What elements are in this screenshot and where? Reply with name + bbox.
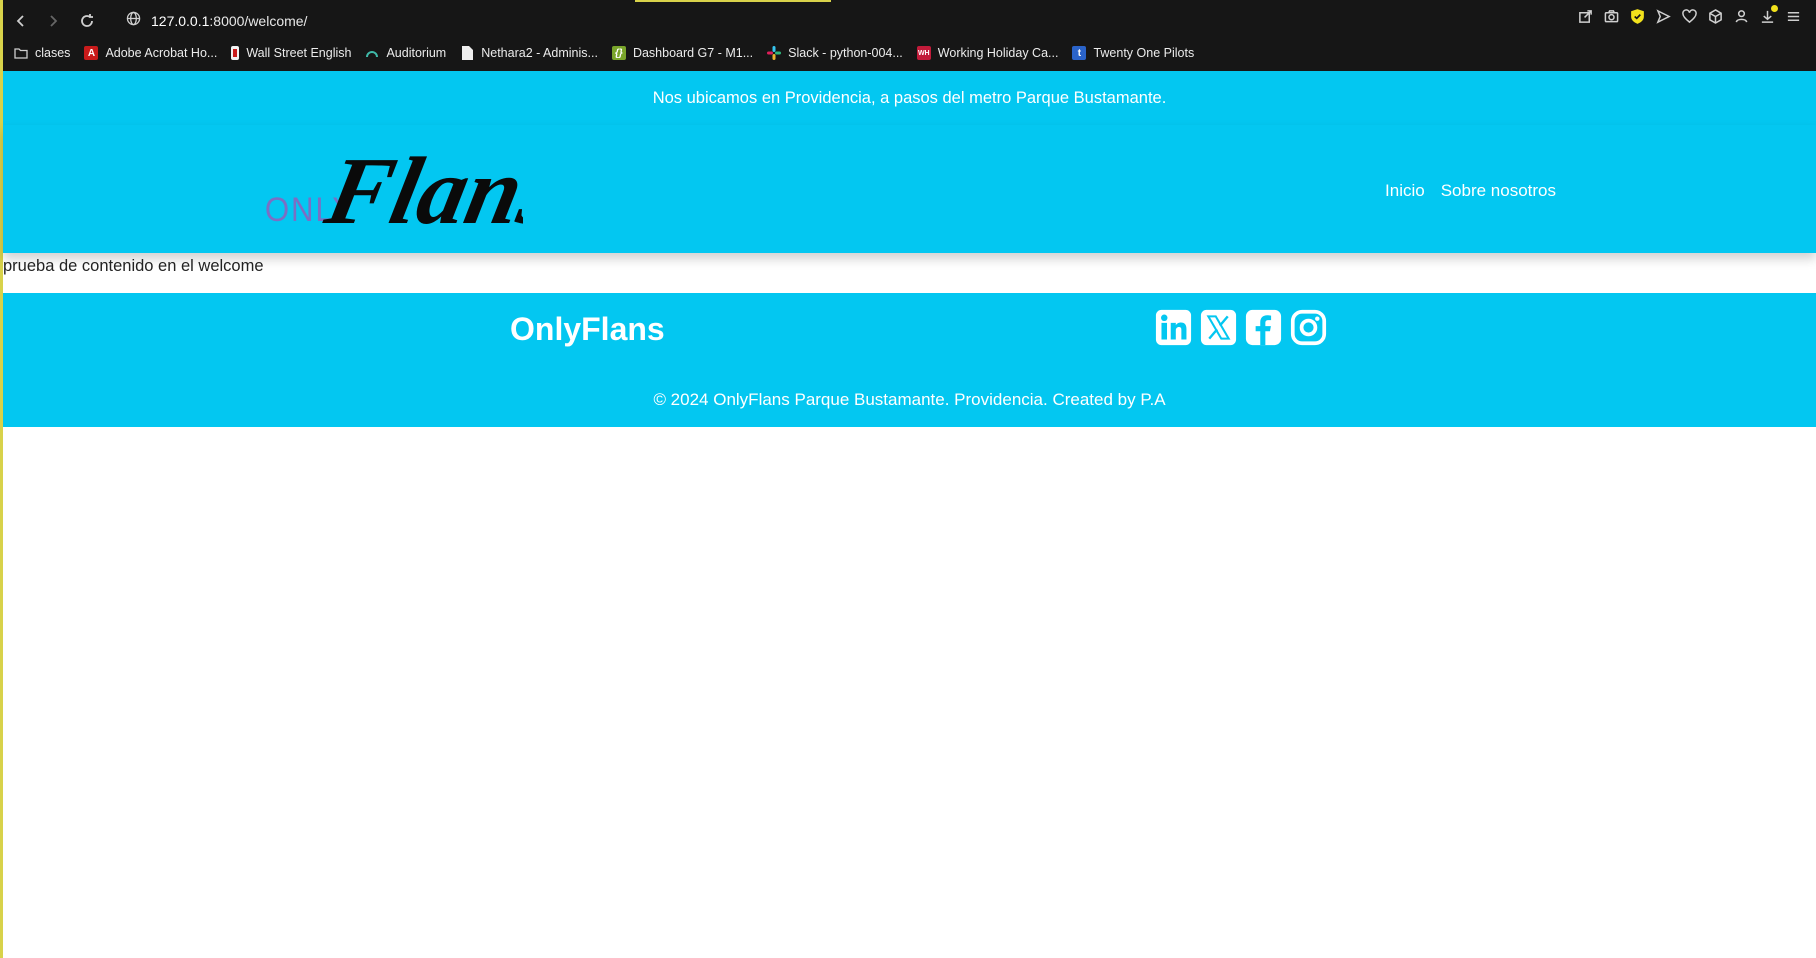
dashboard-icon: {} <box>611 46 626 60</box>
bookmark-nethara[interactable]: Nethara2 - Adminis... <box>460 46 598 60</box>
footer-brand: OnlyFlans <box>510 311 665 347</box>
globe-icon <box>126 11 141 31</box>
whv-icon: WH <box>916 46 931 60</box>
site-logo[interactable]: ONLY Flans <box>263 135 570 245</box>
welcome-content: prueba de contenido en el welcome <box>3 257 264 275</box>
browser-chrome: 127.0.0.1:8000/welcome/ clases A Adobe A… <box>0 0 1816 71</box>
forward-icon[interactable] <box>41 9 65 33</box>
download-icon[interactable] <box>1759 5 1778 25</box>
bookmark-slack[interactable]: Slack - python-004... <box>767 46 903 60</box>
web-page: Nos ubicamos en Providencia, a pasos del… <box>3 71 1816 958</box>
auditorium-icon <box>365 46 379 60</box>
bookmark-clases[interactable]: clases <box>14 46 70 60</box>
bookmark-tumblr[interactable]: t Twenty One Pilots <box>1072 46 1194 60</box>
bookmark-wse[interactable]: Wall Street English <box>231 46 351 60</box>
acrobat-icon: A <box>84 46 99 60</box>
tumblr-icon: t <box>1072 46 1087 60</box>
bookmarks-bar: clases A Adobe Acrobat Ho... Wall Street… <box>14 42 1194 64</box>
camera-icon[interactable] <box>1603 8 1620 25</box>
share-icon[interactable] <box>1577 8 1594 25</box>
social-links <box>1155 309 1327 346</box>
bookmark-dashboard[interactable]: {} Dashboard G7 - M1... <box>611 46 753 60</box>
profile-icon[interactable] <box>1733 8 1750 25</box>
bookmark-whv[interactable]: WH Working Holiday Ca... <box>916 46 1058 60</box>
toolbar-icons <box>1577 5 1802 25</box>
linkedin-icon[interactable] <box>1155 309 1192 346</box>
bookmark-auditorium[interactable]: Auditorium <box>365 46 446 60</box>
facebook-icon[interactable] <box>1245 309 1282 346</box>
copyright-text: © 2024 OnlyFlans Parque Bustamante. Prov… <box>653 390 1166 409</box>
wse-icon <box>231 46 240 60</box>
send-icon[interactable] <box>1655 8 1672 25</box>
folder-icon <box>14 46 28 60</box>
cube-icon[interactable] <box>1707 8 1724 25</box>
instagram-icon[interactable] <box>1290 309 1327 346</box>
reload-icon[interactable] <box>75 9 99 33</box>
address-bar[interactable]: 127.0.0.1:8000/welcome/ <box>126 9 307 33</box>
menu-icon[interactable] <box>1785 8 1802 25</box>
back-icon[interactable] <box>9 9 33 33</box>
nav-sobre-nosotros[interactable]: Sobre nosotros <box>1441 181 1556 201</box>
main-nav: Inicio Sobre nosotros <box>1385 181 1556 201</box>
bookmark-acrobat[interactable]: A Adobe Acrobat Ho... <box>84 46 217 60</box>
shield-icon[interactable] <box>1629 8 1646 25</box>
announcement-text: Nos ubicamos en Providencia, a pasos del… <box>652 88 1167 107</box>
site-header: ONLY Flans Inicio Sobre nosotros <box>3 125 1816 253</box>
document-icon <box>460 46 474 60</box>
url-text[interactable]: 127.0.0.1:8000/welcome/ <box>151 13 307 29</box>
nav-inicio[interactable]: Inicio <box>1385 181 1425 201</box>
announcement-bar: Nos ubicamos en Providencia, a pasos del… <box>3 71 1816 125</box>
x-icon[interactable] <box>1200 309 1237 346</box>
site-footer: OnlyFlans © 2024 OnlyFlans Parque Bustam… <box>3 293 1816 427</box>
logo-flans-text: Flans <box>317 137 523 244</box>
browser-toolbar: 127.0.0.1:8000/welcome/ <box>0 0 1816 40</box>
heart-icon[interactable] <box>1681 8 1698 25</box>
slack-icon <box>767 46 782 60</box>
